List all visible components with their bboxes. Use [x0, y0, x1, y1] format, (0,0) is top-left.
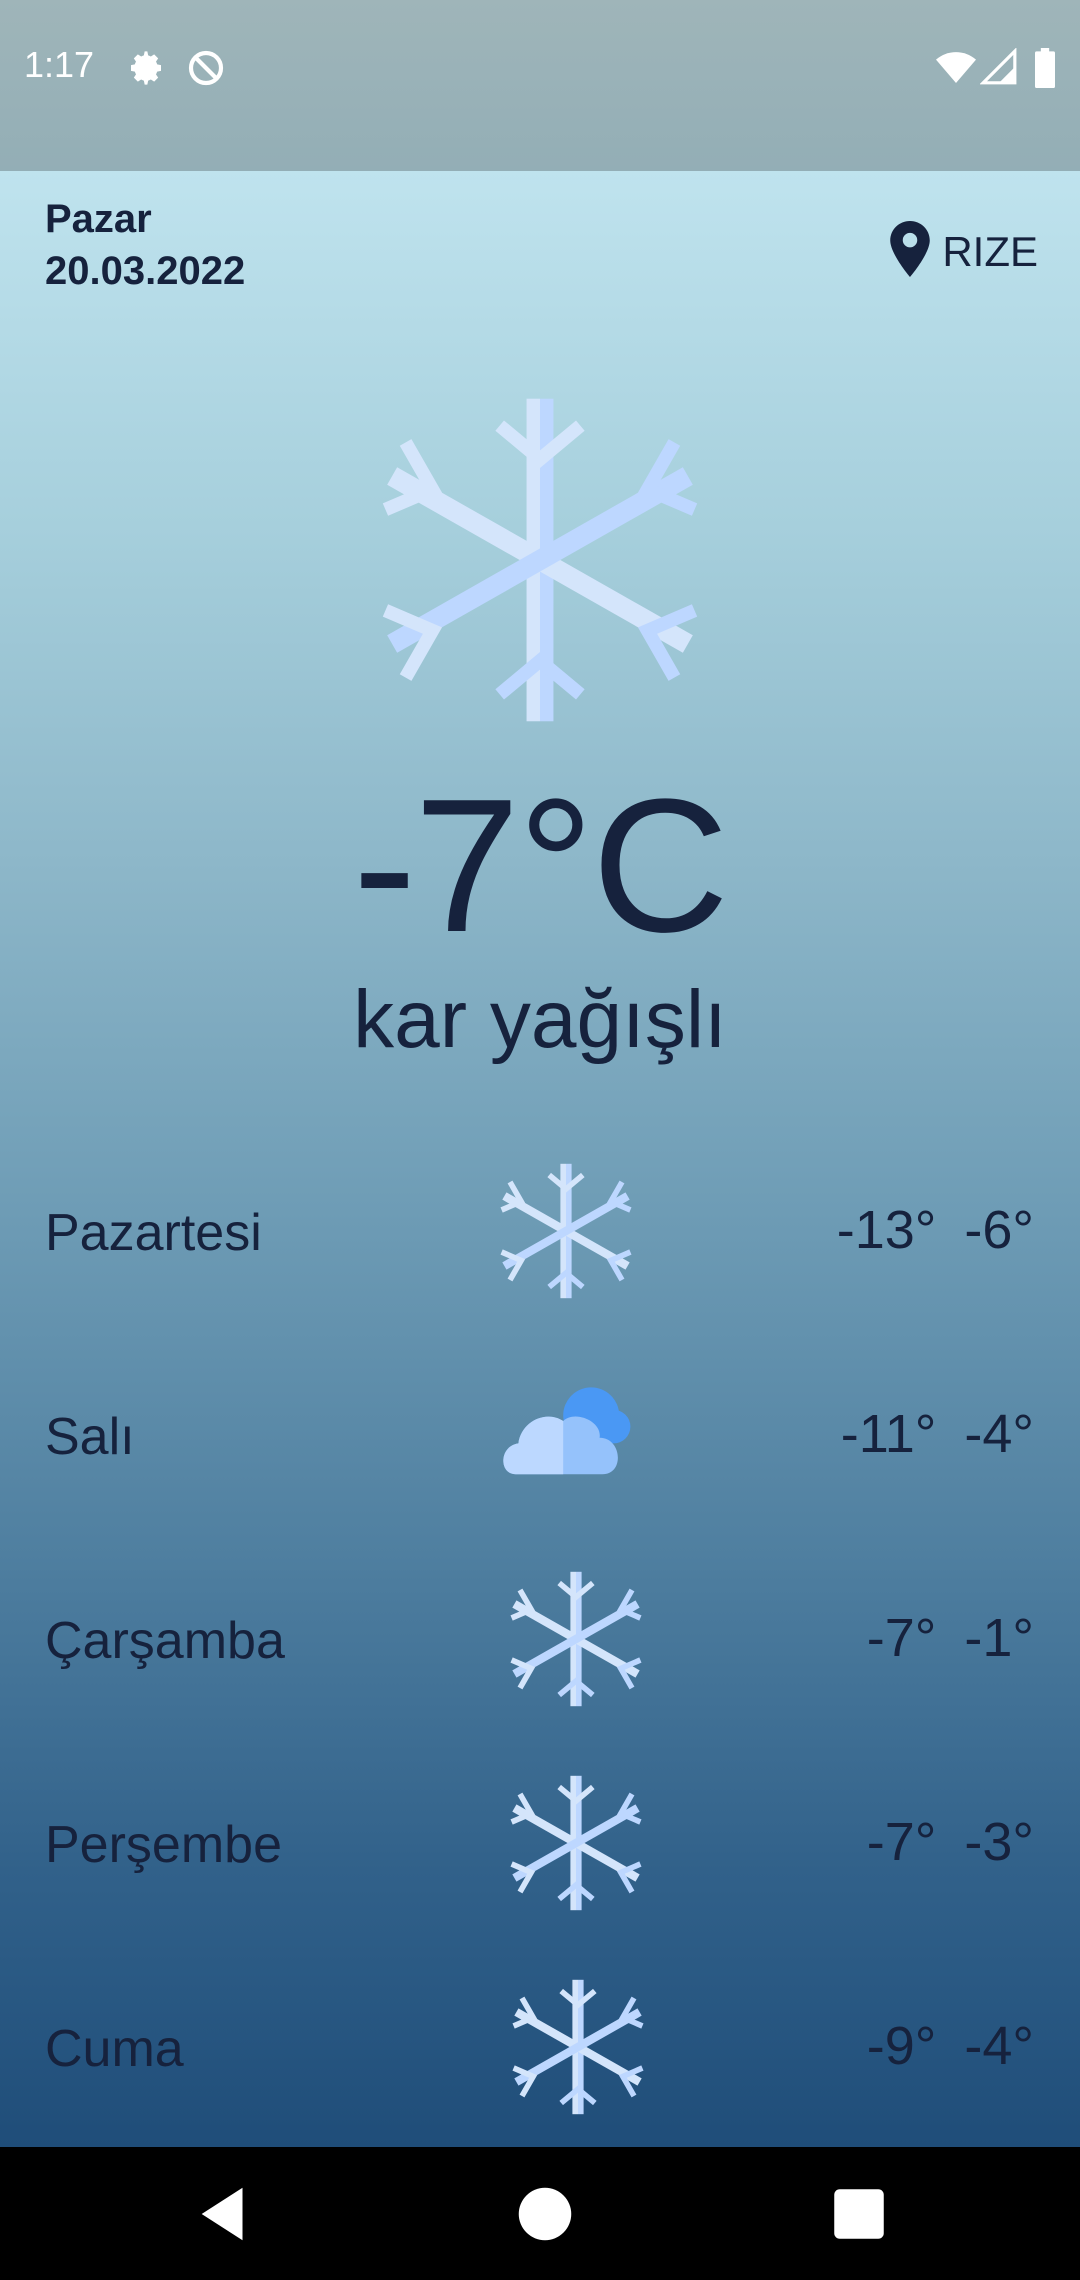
- forecast-low: -13°: [836, 1200, 937, 1260]
- forecast-day: Cuma: [45, 2020, 184, 2078]
- back-icon[interactable]: [190, 2179, 260, 2254]
- forecast-row: Cuma -9° -4°: [0, 1977, 1080, 2147]
- forecast-day: Salı: [45, 1408, 135, 1466]
- cloud-icon: [496, 1365, 636, 1505]
- snowflake-icon: [372, 376, 708, 744]
- wifi-icon: [936, 48, 976, 93]
- weather-screen: Pazar 20.03.2022 RIZE -7°C kar yağışlı P…: [0, 171, 1080, 2147]
- forecast-day: Pazartesi: [45, 1204, 262, 1262]
- forecast-low: -7°: [866, 1608, 937, 1668]
- snowflake-icon: [508, 1977, 648, 2117]
- forecast-high: -6°: [964, 1200, 1034, 1260]
- no-entry-icon: [186, 48, 226, 93]
- recents-icon[interactable]: [826, 2181, 892, 2252]
- snowflake-icon: [506, 1773, 646, 1913]
- weather-description: kar yağışlı: [353, 974, 727, 1065]
- forecast-high: -3°: [964, 1812, 1034, 1872]
- gear-icon: [126, 48, 166, 93]
- status-bar: 1:17: [0, 0, 1080, 171]
- navigation-bar: [0, 2147, 1080, 2280]
- forecast-low: -9°: [866, 2016, 937, 2076]
- snowflake-icon: [496, 1161, 636, 1301]
- location-pin-icon: [890, 221, 931, 282]
- status-time: 1:17: [24, 44, 95, 85]
- location-label: RIZE: [942, 227, 1038, 275]
- forecast-row: Perşembe -7° -3°: [0, 1773, 1080, 1977]
- location[interactable]: RIZE: [890, 221, 1038, 282]
- forecast-low: -7°: [866, 1812, 937, 1872]
- current-temperature: -7°C: [352, 760, 729, 972]
- forecast-high: -4°: [964, 2016, 1034, 2076]
- forecast-low: -11°: [840, 1404, 937, 1464]
- forecast-high: -4°: [964, 1404, 1034, 1464]
- current-date: 20.03.2022: [45, 249, 246, 293]
- forecast-high: -1°: [964, 1608, 1034, 1668]
- current-day-name: Pazar: [45, 197, 152, 241]
- forecast-day: Çarşamba: [45, 1612, 285, 1670]
- forecast-row: Pazartesi -13° -6°: [0, 1161, 1080, 1365]
- forecast-day: Perşembe: [45, 1816, 282, 1874]
- forecast-row: Salı -11° -4°: [0, 1365, 1080, 1569]
- snowflake-icon: [506, 1569, 646, 1709]
- battery-icon: [1034, 48, 1056, 93]
- forecast-row: Çarşamba -7° -1°: [0, 1569, 1080, 1773]
- home-icon[interactable]: [510, 2179, 580, 2254]
- forecast-list: Pazartesi -13° -6° Salı -11° -4° Çarşamb…: [0, 1161, 1080, 2147]
- signal-icon: [979, 47, 1018, 91]
